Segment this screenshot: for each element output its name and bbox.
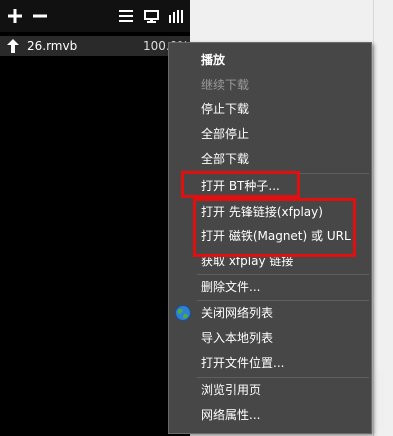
menu-item-resume-download[interactable]: 继续下载 <box>169 73 371 98</box>
highlight-box-bt <box>181 171 300 198</box>
menu-item-close-network-list[interactable]: 关闭网络列表 <box>169 301 371 326</box>
list-icon[interactable] <box>117 7 135 25</box>
menu-item-network-properties[interactable]: 网络属性... <box>169 403 371 428</box>
download-list-panel: 26.rmvb 100.0% <box>0 0 190 436</box>
menu-item-play[interactable]: 播放 <box>169 48 371 73</box>
toolbar <box>0 0 190 32</box>
screen-icon[interactable] <box>142 7 160 25</box>
menu-item-delete-file[interactable]: 删除文件... <box>169 275 371 300</box>
plus-icon[interactable] <box>6 7 24 25</box>
bars-icon[interactable] <box>167 7 185 25</box>
menu-item-stop-download[interactable]: 停止下载 <box>169 97 371 122</box>
menu-item-import-local-list[interactable]: 导入本地列表 <box>169 326 371 351</box>
globe-icon <box>175 305 191 321</box>
menu-item-open-file-location[interactable]: 打开文件位置... <box>169 351 371 376</box>
upload-arrow-icon <box>7 39 19 53</box>
menu-item-stop-all[interactable]: 全部停止 <box>169 122 371 147</box>
menu-item-browse-referrer[interactable]: 浏览引用页 <box>169 378 371 403</box>
menu-item-download-all[interactable]: 全部下载 <box>169 147 371 172</box>
highlight-box-links <box>193 198 356 257</box>
minus-icon[interactable] <box>31 7 49 25</box>
divider <box>373 0 374 436</box>
file-name: 26.rmvb <box>27 39 78 53</box>
file-row[interactable]: 26.rmvb 100.0% <box>0 36 190 56</box>
